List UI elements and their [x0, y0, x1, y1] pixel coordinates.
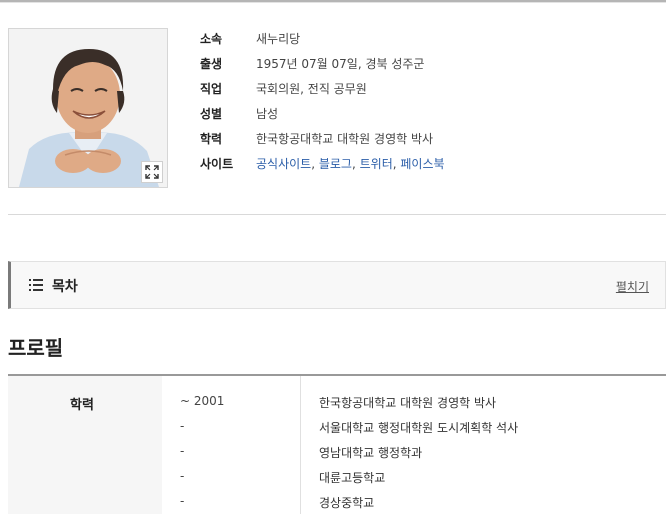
section-title: 프로필	[8, 336, 64, 360]
info-value: 한국항공대학교 대학원 경영학 박사	[256, 132, 434, 146]
info-value: 1957년 07월 07일, 경북 성주군	[256, 57, 425, 71]
education-date: -	[180, 419, 185, 433]
info-row-affiliation: 소속 새누리당	[200, 26, 445, 51]
info-row-gender: 성별 남성	[200, 101, 445, 126]
education-date: -	[180, 494, 185, 508]
info-value: 남성	[256, 107, 279, 121]
info-label: 소속	[200, 32, 223, 46]
profile-photo[interactable]	[8, 28, 168, 188]
education-school: 서울대학교 행정대학원 도시계획학 석사	[319, 421, 519, 435]
education-date: -	[180, 469, 185, 483]
education-table: 학력 ~ 2001 한국항공대학교 대학원 경영학 박사 - 서울대학교 행정대…	[8, 374, 666, 514]
info-row-site: 사이트 공식사이트, 블로그, 트위터, 페이스북	[200, 151, 445, 176]
twitter-link[interactable]: 트위터	[360, 157, 393, 171]
table-row: ~ 2001 한국항공대학교 대학원 경영학 박사	[8, 394, 666, 419]
blog-link[interactable]: 블로그	[319, 157, 352, 171]
table-row: - 영남대학교 행정학과	[8, 444, 666, 469]
table-row: - 서울대학교 행정대학원 도시계획학 석사	[8, 419, 666, 444]
education-school: 대륜고등학교	[319, 471, 386, 485]
link-separator: ,	[351, 157, 360, 171]
top-border-shadow	[0, 2, 666, 3]
site-links: 공식사이트, 블로그, 트위터, 페이스북	[256, 155, 445, 172]
info-label: 성별	[200, 107, 223, 121]
education-date: -	[180, 444, 185, 458]
facebook-link[interactable]: 페이스북	[400, 157, 444, 171]
divider	[8, 214, 666, 215]
info-row-occupation: 직업 국회의원, 전직 공무원	[200, 76, 445, 101]
info-row-education: 학력 한국항공대학교 대학원 경영학 박사	[200, 126, 445, 151]
info-value: 새누리당	[256, 32, 301, 46]
link-separator: ,	[311, 157, 319, 171]
expand-photo-button[interactable]	[141, 161, 163, 183]
info-row-birth: 출생 1957년 07월 07일, 경북 성주군	[200, 51, 445, 76]
table-row: - 경상중학교	[8, 494, 666, 519]
toc-title: 목차	[52, 279, 78, 295]
education-school: 한국항공대학교 대학원 경영학 박사	[319, 396, 497, 410]
education-date: ~ 2001	[180, 394, 225, 408]
profile-info: 소속 새누리당 출생 1957년 07월 07일, 경북 성주군 직업 국회의원…	[200, 26, 445, 176]
toc-expand-link[interactable]: 펼치기	[616, 278, 649, 295]
table-row: - 대륜고등학교	[8, 469, 666, 494]
info-label: 사이트	[200, 157, 234, 171]
education-school: 경상중학교	[319, 496, 375, 510]
info-label: 직업	[200, 82, 223, 96]
list-icon	[29, 279, 43, 291]
education-school: 영남대학교 행정학과	[319, 446, 423, 460]
expand-icon	[145, 165, 159, 179]
info-label: 출생	[200, 57, 223, 71]
info-label: 학력	[200, 132, 223, 146]
info-value: 국회의원, 전직 공무원	[256, 82, 367, 96]
toc-bar: 목차 펼치기	[8, 261, 666, 309]
official-site-link[interactable]: 공식사이트	[256, 157, 311, 171]
